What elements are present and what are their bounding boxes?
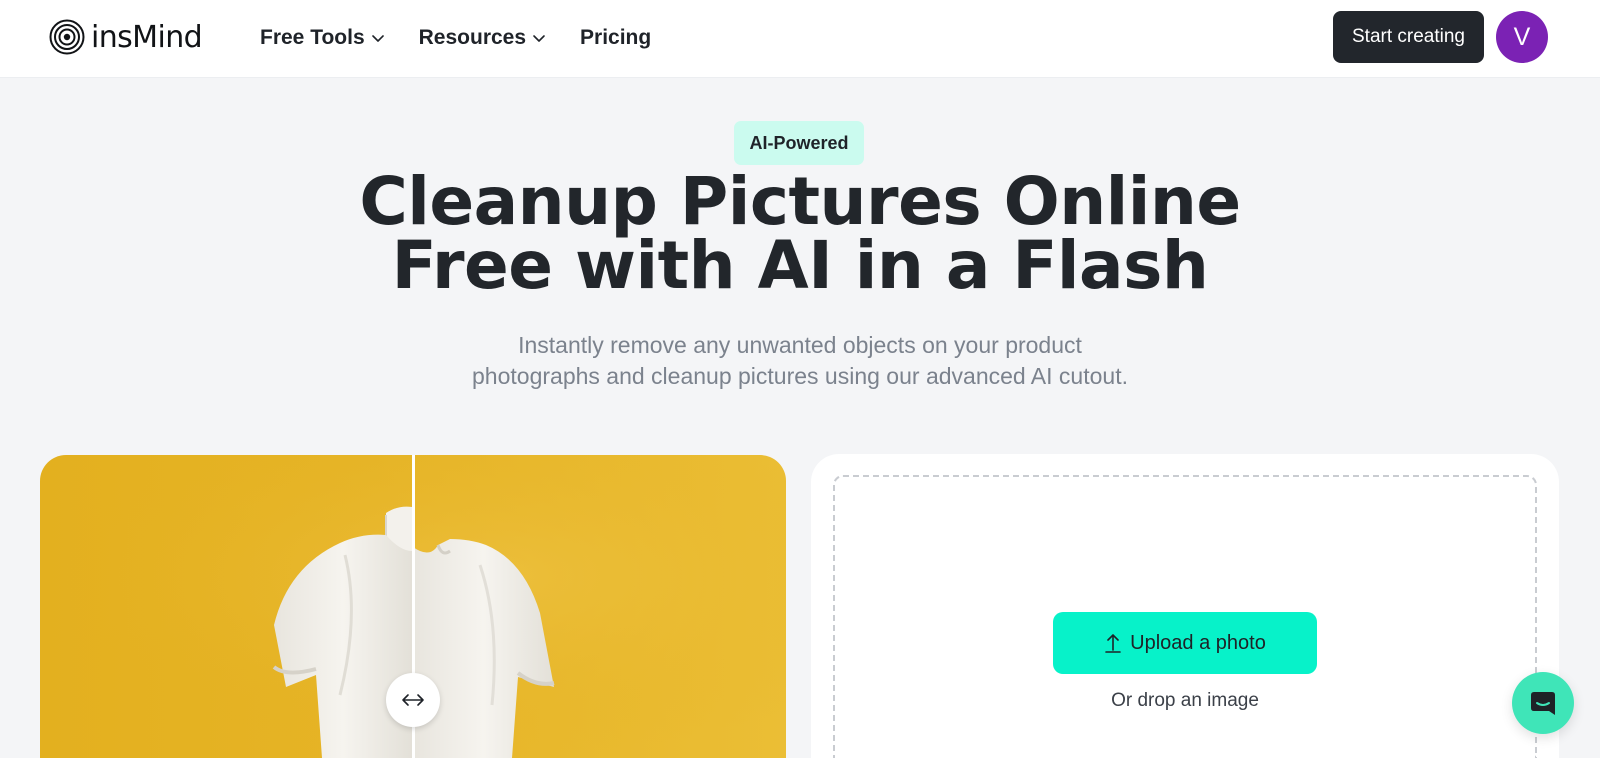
nav-pricing[interactable]: Pricing [580, 26, 651, 50]
chevron-down-icon [371, 35, 384, 42]
user-avatar[interactable]: V [1496, 11, 1548, 63]
page-subtitle: Instantly remove any unwanted objects on… [0, 330, 1600, 392]
site-header: insMind Free Tools Resources Pricing Sta… [0, 0, 1600, 78]
brand-name: insMind [91, 19, 203, 55]
upload-photo-button[interactable]: Upload a photo [1053, 612, 1317, 674]
page-title: Cleanup Pictures Online Free with AI in … [0, 163, 1600, 304]
chevron-down-icon [533, 35, 545, 42]
nav-pricing-label: Pricing [580, 26, 652, 49]
main-nav: Free Tools Resources Pricing [260, 22, 685, 54]
upload-photo-label: Upload a photo [1130, 631, 1266, 654]
page-subtitle-line-1: Instantly remove any unwanted objects on… [518, 332, 1082, 358]
nav-resources[interactable]: Resources [419, 26, 546, 50]
page-subtitle-line-2: photographs and cleanup pictures using o… [472, 363, 1128, 389]
before-after-preview [40, 455, 786, 758]
compare-slider-handle[interactable] [386, 673, 440, 727]
brand-logo[interactable]: insMind [49, 18, 203, 56]
compare-arrows-icon [402, 694, 424, 706]
start-creating-button[interactable]: Start creating [1333, 11, 1484, 63]
nav-free-tools-label: Free Tools [260, 26, 365, 49]
page-title-line-1: Cleanup Pictures Online [359, 163, 1241, 240]
nav-resources-label: Resources [418, 26, 527, 49]
upload-arrow-icon [1105, 634, 1121, 653]
logo-icon [49, 19, 85, 55]
nav-free-tools[interactable]: Free Tools [260, 26, 385, 50]
chat-launcher-button[interactable] [1512, 672, 1574, 734]
page-title-line-2: Free with AI in a Flash [391, 227, 1209, 304]
chat-icon [1531, 692, 1555, 715]
upload-card [811, 454, 1559, 758]
drop-image-hint: Or drop an image [1111, 690, 1259, 711]
ai-powered-badge: AI-Powered [734, 121, 864, 165]
